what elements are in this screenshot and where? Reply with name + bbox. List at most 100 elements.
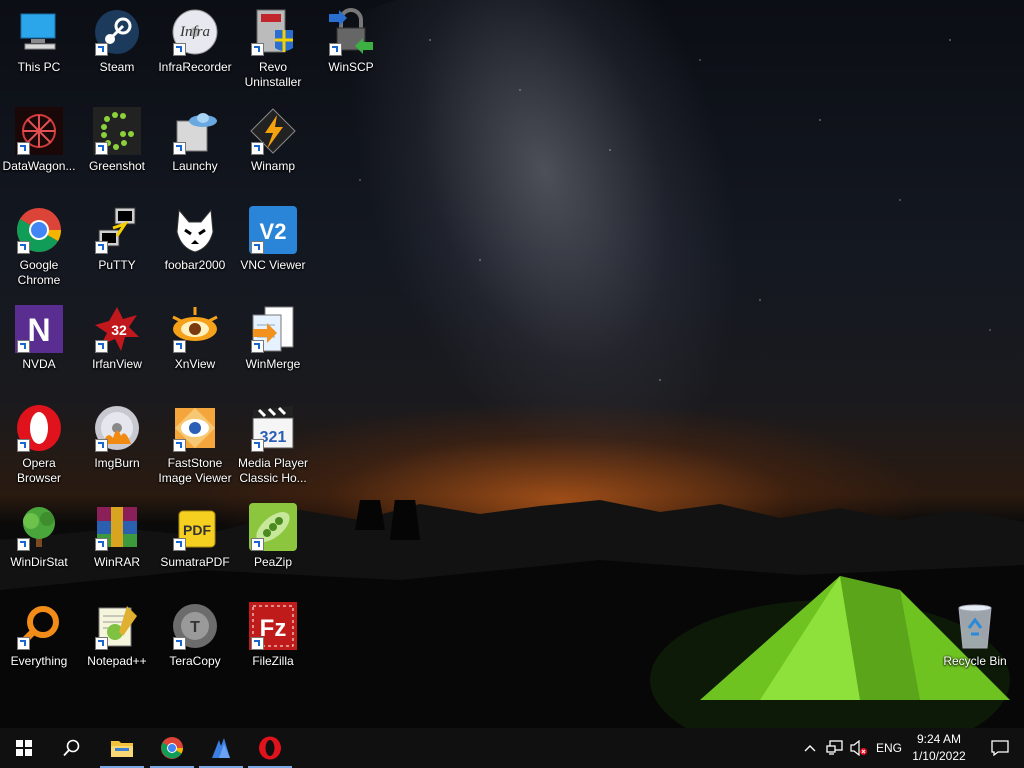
shortcut-arrow-icon — [251, 241, 264, 254]
blue-app-icon — [212, 738, 230, 758]
shortcut-arrow-icon — [17, 241, 30, 254]
desktop-icon-everything[interactable]: Everything — [1, 602, 77, 669]
shortcut-arrow-icon — [17, 439, 30, 452]
language-indicator[interactable]: ENG — [876, 741, 902, 755]
desktop-icon-faststone[interactable]: FastStone Image Viewer — [157, 404, 233, 486]
desktop-icon-nvda[interactable]: N NVDA — [1, 305, 77, 372]
desktop-icon-windirstat[interactable]: WinDirStat — [1, 503, 77, 570]
volume-muted-icon — [850, 740, 867, 756]
shortcut-arrow-icon — [95, 340, 108, 353]
desktop[interactable]: This PC DataWagon... Google Chrome N NVD… — [0, 0, 1024, 728]
mpc-icon: 321 — [249, 404, 297, 452]
shortcut-arrow-icon — [329, 43, 342, 56]
desktop-icon-chrome[interactable]: Google Chrome — [1, 206, 77, 288]
shortcut-arrow-icon — [17, 142, 30, 155]
shortcut-arrow-icon — [173, 142, 186, 155]
irfanview-icon: 32 — [93, 305, 141, 353]
taskbar-blue-app[interactable] — [197, 728, 245, 768]
volume-button[interactable] — [848, 728, 870, 768]
shortcut-arrow-icon — [95, 142, 108, 155]
nvda-icon-letter: N — [27, 312, 50, 348]
filezilla-icon: Fz — [249, 602, 297, 650]
desktop-icon-winamp[interactable]: Winamp — [235, 107, 311, 174]
steam-icon — [93, 8, 141, 56]
clock-date[interactable]: 1/10/2022 — [909, 749, 969, 763]
desktop-icon-steam[interactable]: Steam — [79, 8, 155, 75]
everything-icon — [15, 602, 63, 650]
desktop-icon-vnc[interactable]: V2 VNC Viewer — [235, 206, 311, 273]
datawagon-icon — [15, 107, 63, 155]
shortcut-arrow-icon — [173, 637, 186, 650]
chrome-icon — [15, 206, 63, 254]
desktop-icon-greenshot[interactable]: Greenshot — [79, 107, 155, 174]
desktop-icon-winscp[interactable]: WinSCP — [313, 8, 389, 75]
desktop-icon-putty[interactable]: PuTTY — [79, 206, 155, 273]
desktop-icon-mpc[interactable]: 321 Media Player Classic Ho... — [235, 404, 311, 486]
desktop-icon-infrarecorder[interactable]: Infra InfraRecorder — [157, 8, 233, 75]
launchy-icon — [171, 107, 219, 155]
desktop-icon-sumatra[interactable]: PDF SumatraPDF — [157, 503, 233, 570]
chrome-icon — [161, 737, 183, 759]
shortcut-arrow-icon — [251, 340, 264, 353]
opera-icon — [15, 404, 63, 452]
desktop-icon-datawagon[interactable]: DataWagon... — [1, 107, 77, 174]
shortcut-arrow-icon — [251, 538, 264, 551]
start-button[interactable] — [0, 728, 48, 768]
desktop-icon-winrar[interactable]: WinRAR — [79, 503, 155, 570]
desktop-icon-teracopy[interactable]: T TeraCopy — [157, 602, 233, 669]
action-center-button[interactable] — [976, 728, 1024, 768]
imgburn-icon — [93, 404, 141, 452]
vnc-icon: V2 — [249, 206, 297, 254]
shortcut-arrow-icon — [251, 637, 264, 650]
desktop-icon-recycle-bin[interactable]: Recycle Bin — [937, 602, 1013, 669]
sumatrapdf-icon-text: PDF — [183, 522, 211, 538]
greenshot-icon — [93, 107, 141, 155]
desktop-icon-xnview[interactable]: XnView — [157, 305, 233, 372]
desktop-icon-peazip[interactable]: PeaZip — [235, 503, 311, 570]
notepadpp-icon — [93, 602, 141, 650]
winrar-icon — [93, 503, 141, 551]
infrarecorder-icon-text: Infra — [179, 24, 210, 40]
foobar-icon — [171, 206, 219, 254]
opera-icon — [259, 736, 281, 760]
taskbar-file-explorer[interactable] — [98, 728, 146, 768]
folder-icon — [111, 741, 133, 757]
winamp-icon — [249, 107, 297, 155]
nvda-icon: N — [15, 305, 63, 353]
search-icon — [63, 739, 80, 757]
shortcut-arrow-icon — [173, 439, 186, 452]
desktop-icon-filezilla[interactable]: Fz FileZilla — [235, 602, 311, 669]
putty-icon — [93, 206, 141, 254]
shortcut-arrow-icon — [95, 538, 108, 551]
faststone-icon — [171, 404, 219, 452]
shortcut-arrow-icon — [251, 439, 264, 452]
clock-time[interactable]: 9:24 AM — [909, 732, 969, 746]
shortcut-arrow-icon — [251, 142, 264, 155]
teracopy-icon-text: T — [190, 619, 200, 636]
network-button[interactable] — [824, 728, 846, 768]
show-hidden-icons-button[interactable] — [800, 728, 820, 768]
recycle-bin-icon — [951, 602, 999, 650]
shortcut-arrow-icon — [95, 439, 108, 452]
peazip-icon — [249, 503, 297, 551]
shortcut-arrow-icon — [251, 43, 264, 56]
desktop-icon-winmerge[interactable]: WinMerge — [235, 305, 311, 372]
infrarecorder-icon: Infra — [171, 8, 219, 56]
desktop-icon-this-pc[interactable]: This PC — [1, 8, 77, 75]
desktop-icon-foobar[interactable]: foobar2000 — [157, 206, 233, 273]
desktop-icon-notepadpp[interactable]: Notepad++ — [79, 602, 155, 669]
xnview-icon — [171, 305, 219, 353]
desktop-icon-irfanview[interactable]: 32 IrfanView — [79, 305, 155, 372]
shortcut-arrow-icon — [17, 340, 30, 353]
teracopy-icon: T — [171, 602, 219, 650]
shortcut-arrow-icon — [95, 241, 108, 254]
winmerge-icon — [249, 305, 297, 353]
desktop-icon-opera[interactable]: Opera Browser — [1, 404, 77, 486]
desktop-icon-imgburn[interactable]: ImgBurn — [79, 404, 155, 471]
shortcut-arrow-icon — [173, 43, 186, 56]
taskbar-opera[interactable] — [246, 728, 294, 768]
search-button[interactable] — [48, 728, 96, 768]
desktop-icon-revo[interactable]: Revo Uninstaller — [235, 8, 311, 90]
desktop-icon-launchy[interactable]: Launchy — [157, 107, 233, 174]
taskbar-chrome[interactable] — [148, 728, 196, 768]
